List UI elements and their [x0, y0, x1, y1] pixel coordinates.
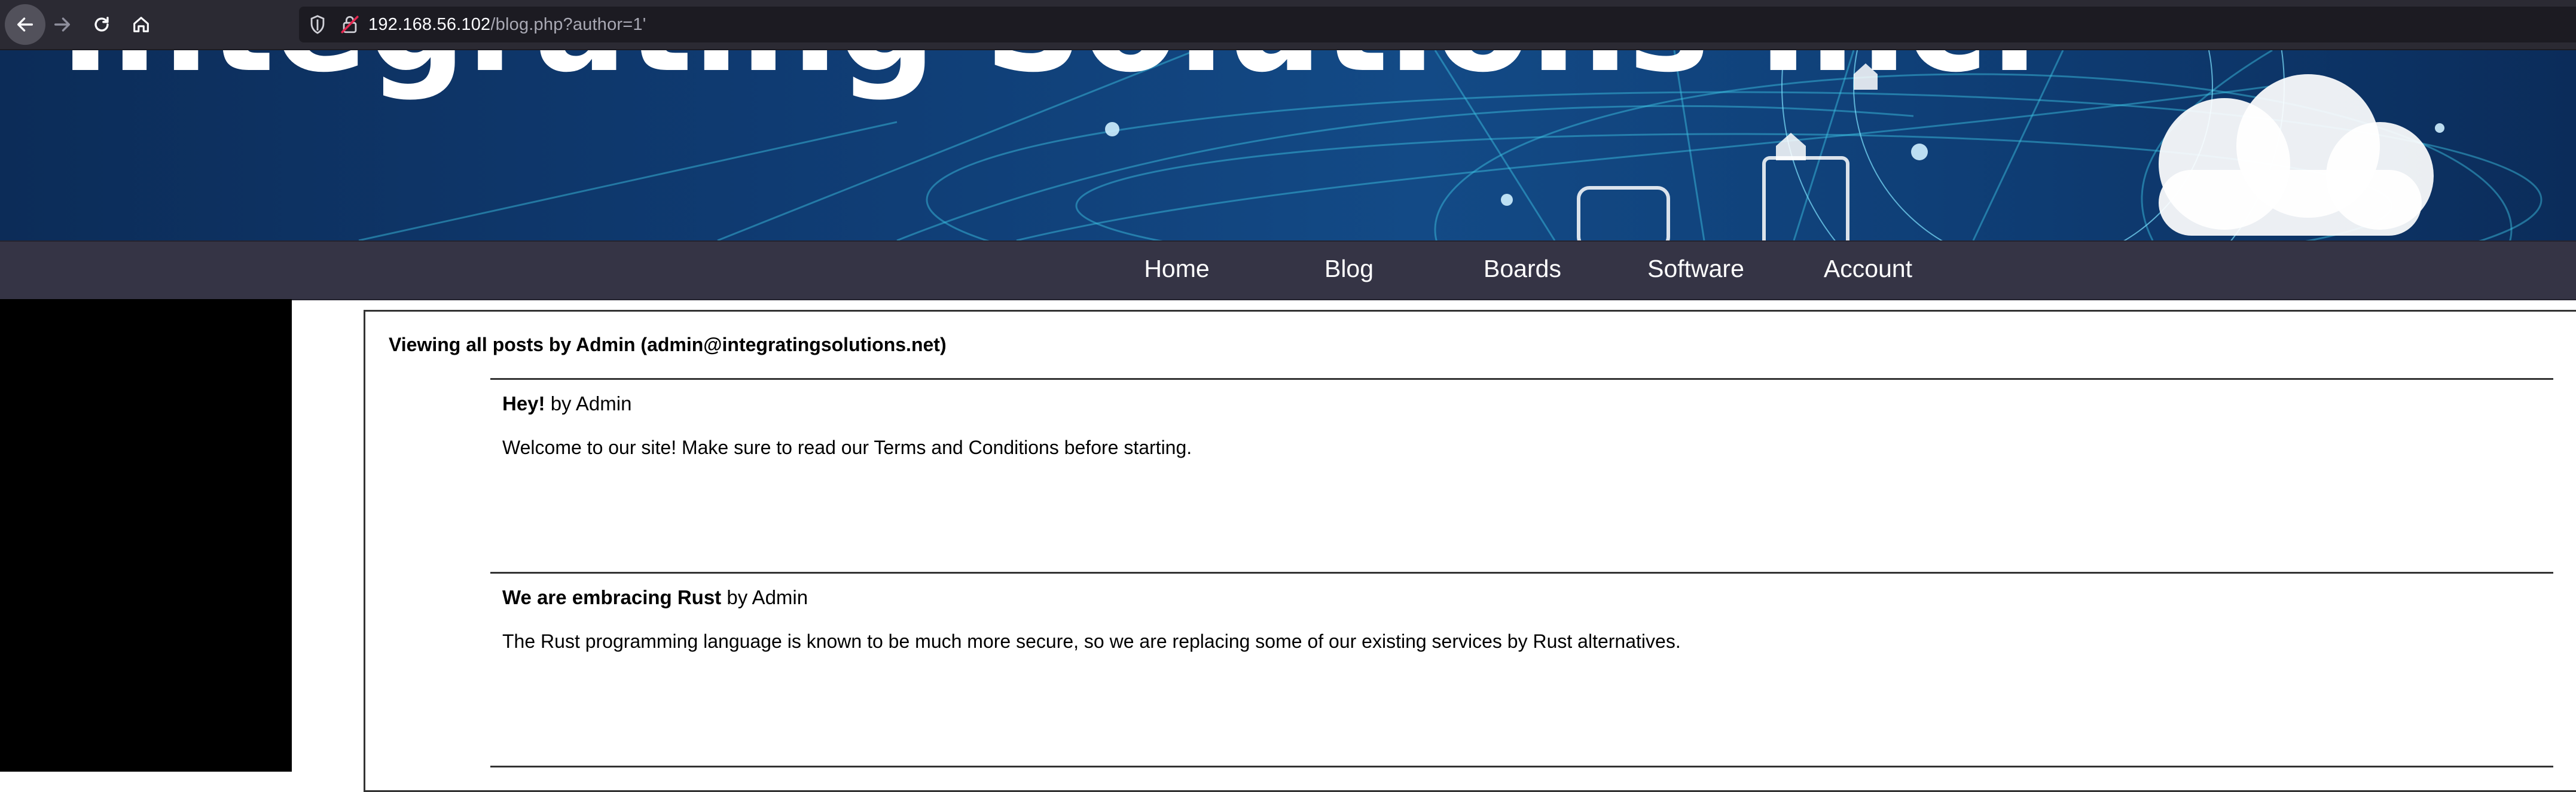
post-divider: [490, 378, 2553, 380]
address-bar[interactable]: 192.168.56.102/blog.php?author=1': [299, 7, 2576, 42]
arrow-left-icon: [17, 17, 33, 32]
nav-blog[interactable]: Blog: [1277, 255, 1421, 283]
arrow-right-icon: [54, 17, 71, 32]
post-divider: [490, 572, 2553, 574]
posts-container: [364, 310, 2576, 792]
post-body: The Rust programming language is known t…: [502, 630, 1681, 652]
post-title: Hey! by Admin: [502, 392, 631, 415]
nav-software[interactable]: Software: [1624, 255, 1768, 283]
cloud-shape: [2159, 74, 2434, 236]
nav-account[interactable]: Account: [1796, 255, 1940, 283]
site-banner: Integrating Solutions Inc.: [0, 50, 2576, 240]
post-title-text[interactable]: Hey!: [502, 392, 545, 415]
home-icon: [133, 17, 149, 32]
banner-title: Integrating Solutions Inc.: [60, 50, 2041, 92]
page-heading: Viewing all posts by Admin (admin@integr…: [389, 334, 947, 355]
url-text[interactable]: 192.168.56.102/blog.php?author=1': [368, 15, 646, 35]
post-title-text[interactable]: We are embracing Rust: [502, 586, 721, 608]
left-sidebar-area: [0, 299, 292, 772]
insecure-lock-icon[interactable]: [340, 14, 360, 35]
nav-home[interactable]: Home: [1105, 255, 1249, 283]
post-byline: by Admin: [545, 392, 632, 415]
post-byline: by Admin: [721, 586, 808, 608]
browser-toolbar: 192.168.56.102/blog.php?author=1': [0, 0, 2576, 50]
home-button[interactable]: [121, 4, 161, 45]
forward-button[interactable]: [42, 4, 83, 45]
reload-icon: [94, 16, 109, 32]
post-title: We are embracing Rust by Admin: [502, 586, 808, 609]
reload-button[interactable]: [81, 4, 122, 45]
url-path: /blog.php?author=1': [490, 14, 646, 34]
post-body: Welcome to our site! Make sure to read o…: [502, 437, 1192, 458]
post-divider: [490, 766, 2553, 767]
main-nav: Home Blog Boards Software Account: [0, 240, 2576, 300]
nav-boards[interactable]: Boards: [1451, 255, 1594, 283]
tracking-shield-icon[interactable]: [309, 14, 326, 35]
url-host: 192.168.56.102: [368, 14, 491, 34]
back-button[interactable]: [5, 4, 45, 45]
